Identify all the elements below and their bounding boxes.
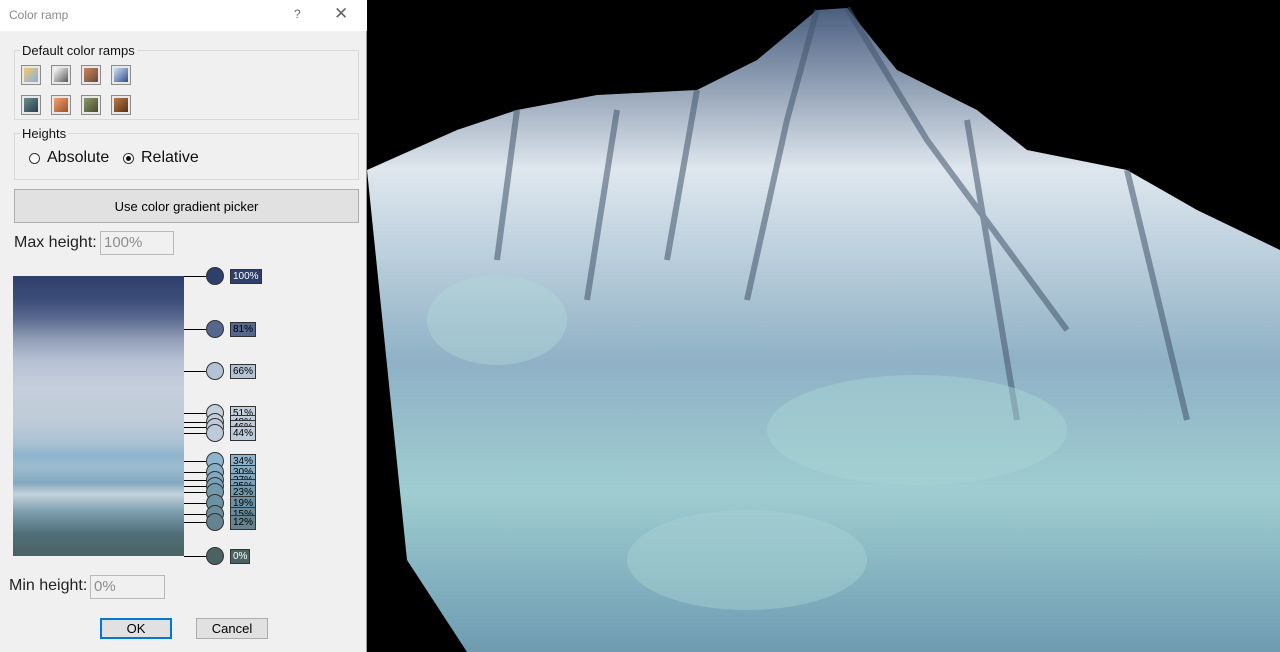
stop-label: 44%: [230, 425, 257, 441]
stop-handle[interactable]: [206, 267, 224, 285]
terrain-crater: [627, 510, 867, 610]
stop-line: [184, 460, 206, 462]
cancel-button[interactable]: Cancel: [196, 618, 268, 639]
title-bar[interactable]: Color ramp ? ✕: [0, 0, 367, 31]
help-icon[interactable]: ?: [294, 7, 301, 21]
ramp-swatch-steel-blue[interactable]: [111, 65, 131, 85]
min-height-label: Min height:: [9, 577, 88, 594]
stop-label: 100%: [230, 269, 262, 284]
color-ramp-dialog: Color ramp ? ✕ Default color ramps Heigh…: [0, 0, 367, 652]
min-height-field[interactable]: 0%: [90, 575, 165, 599]
ramp-swatch-fill: [84, 68, 98, 82]
stop-line: [184, 329, 206, 331]
terrain-viewport[interactable]: [367, 0, 1280, 652]
stop-line: [184, 522, 206, 524]
stop-line: [184, 276, 206, 277]
absolute-radio[interactable]: Absolute: [29, 149, 109, 167]
stop-label: 81%: [230, 322, 257, 338]
terrain-crater: [767, 375, 1067, 485]
stop-handle[interactable]: [206, 513, 224, 532]
stop-line: [184, 514, 206, 515]
stop-handle[interactable]: [206, 320, 224, 339]
ramp-swatch-olive[interactable]: [81, 95, 101, 115]
ramp-swatch-fill: [24, 98, 38, 112]
default-ramps-label: Default color ramps: [20, 43, 137, 58]
stop-label: 66%: [230, 364, 257, 380]
stop-line: [184, 413, 206, 415]
max-height-field[interactable]: 100%: [100, 231, 174, 255]
stop-line: [184, 427, 206, 429]
terrain-crater: [427, 275, 567, 365]
stop-label: 12%: [230, 515, 257, 531]
stop-line: [184, 421, 206, 423]
stop-line: [184, 486, 206, 487]
ramp-swatch-fill: [24, 68, 38, 82]
color-ramp-preview: [13, 276, 184, 556]
ramp-swatch-grayscale[interactable]: [51, 65, 71, 85]
stop-label: 0%: [230, 549, 251, 564]
stop-line: [184, 480, 206, 482]
ramp-swatch-brown[interactable]: [111, 95, 131, 115]
stop-line: [184, 432, 206, 434]
ramp-swatch-rainbow[interactable]: [21, 65, 41, 85]
absolute-radio-dot[interactable]: [29, 152, 40, 164]
stop-line: [184, 502, 206, 504]
ramp-swatch-orange[interactable]: [51, 95, 71, 115]
heights-label: Heights: [20, 126, 69, 141]
stop-line: [184, 371, 206, 373]
ramp-swatch-teal-slate[interactable]: [21, 95, 41, 115]
close-icon[interactable]: ✕: [334, 4, 348, 24]
dialog-title: Color ramp: [9, 8, 69, 22]
relative-radio-label: Relative: [141, 149, 199, 166]
ramp-swatch-fill: [54, 98, 68, 112]
stop-line: [184, 472, 206, 473]
stop-line: [184, 491, 206, 493]
stop-handle[interactable]: [206, 547, 224, 565]
absolute-radio-label: Absolute: [47, 149, 110, 166]
stop-handle[interactable]: [206, 362, 224, 381]
stop-line: [184, 556, 206, 557]
ramp-swatch-fill: [114, 68, 128, 82]
ramp-swatch-fill: [114, 98, 128, 112]
ramp-swatch-fill: [84, 98, 98, 112]
ramp-swatch-copper[interactable]: [81, 65, 101, 85]
max-height-label: Max height:: [14, 234, 97, 251]
ramp-swatch-fill: [54, 68, 68, 82]
relative-radio[interactable]: Relative: [123, 149, 199, 167]
ok-button[interactable]: OK: [100, 618, 172, 639]
stop-handle[interactable]: [206, 423, 224, 442]
gradient-picker-button[interactable]: Use color gradient picker: [14, 189, 359, 223]
relative-radio-dot[interactable]: [123, 152, 134, 164]
